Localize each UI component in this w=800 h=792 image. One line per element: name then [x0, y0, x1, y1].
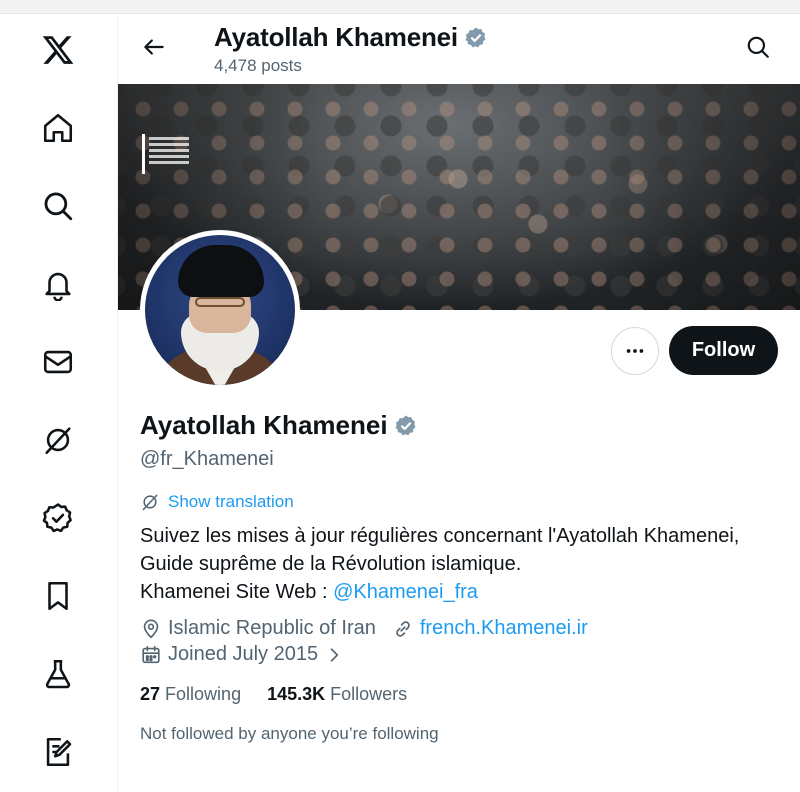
- profile-meta-row: Islamic Republic of Iran french.Khamenei…: [140, 617, 604, 640]
- home-icon[interactable]: [34, 104, 82, 152]
- location: Islamic Republic of Iran: [140, 617, 376, 640]
- following-count: 27: [140, 684, 161, 704]
- show-translation-label: Show translation: [168, 492, 294, 511]
- profile-name: Ayatollah Khamenei: [140, 410, 388, 440]
- followers-stat[interactable]: 145.3K Followers: [267, 684, 407, 705]
- more-options-button[interactable]: [611, 327, 659, 375]
- search-icon[interactable]: [34, 182, 82, 230]
- header-name: Ayatollah Khamenei: [214, 22, 458, 52]
- follow-button[interactable]: Follow: [669, 326, 778, 375]
- profile-main: Ayatollah Khamenei 4,478 posts Follow Ay…: [118, 14, 800, 792]
- joined-date[interactable]: Joined July 2015: [140, 643, 344, 666]
- header-title: Ayatollah Khamenei: [214, 22, 488, 53]
- profile-handle: @fr_Khamenei: [140, 448, 274, 470]
- followers-count: 145.3K: [267, 684, 326, 704]
- back-button[interactable]: [138, 31, 170, 63]
- location-text: Islamic Republic of Iran: [168, 617, 376, 639]
- browser-top-strip: [0, 0, 800, 14]
- joined-text: Joined July 2015: [168, 643, 319, 665]
- grok-icon[interactable]: [34, 416, 82, 464]
- link-icon: [396, 620, 410, 637]
- x-logo-icon[interactable]: [34, 26, 82, 74]
- banner-watermark: [142, 134, 200, 174]
- following-stat[interactable]: 27 Following: [140, 684, 241, 705]
- compose-icon[interactable]: [34, 728, 82, 776]
- bio-mention-link[interactable]: @Khamenei_fra: [333, 581, 478, 603]
- website-link[interactable]: french.Khamenei.ir: [420, 617, 588, 640]
- bio-line: Guide suprême de la Révolution islamique…: [140, 553, 522, 575]
- followers-label: Followers: [330, 684, 408, 704]
- profile-header-bar: Ayatollah Khamenei 4,478 posts: [118, 14, 800, 84]
- verified-icon[interactable]: [34, 494, 82, 542]
- verified-badge-icon[interactable]: [394, 414, 418, 438]
- follow-stats: 27 Following 145.3K Followers: [140, 684, 407, 705]
- arrow-left-icon: [144, 39, 164, 55]
- not-followed-notice: Not followed by anyone you’re following: [140, 724, 439, 743]
- profile-name-row: Ayatollah Khamenei: [140, 410, 418, 441]
- search-icon: [747, 36, 769, 58]
- profile-bio: Suivez les mises à jour régulières conce…: [140, 522, 780, 606]
- following-label: Following: [165, 684, 242, 704]
- mail-icon[interactable]: [34, 338, 82, 386]
- search-button[interactable]: [742, 31, 774, 63]
- bookmark-icon[interactable]: [34, 572, 82, 620]
- location-pin-icon: [143, 618, 159, 638]
- grok-icon: [142, 494, 158, 511]
- website: french.Khamenei.ir: [392, 617, 588, 640]
- bio-line-prefix: Khamenei Site Web :: [140, 581, 334, 603]
- verified-badge-icon: [465, 27, 486, 47]
- more-dots-icon: [626, 349, 644, 353]
- post-count: 4,478 posts: [214, 56, 302, 75]
- profile-avatar[interactable]: [140, 230, 300, 390]
- sidebar-nav: [0, 14, 118, 792]
- calendar-icon: [142, 645, 160, 663]
- bio-line: Suivez les mises à jour régulières conce…: [140, 525, 740, 547]
- bell-icon[interactable]: [34, 260, 82, 308]
- flask-icon[interactable]: [34, 650, 82, 698]
- chevron-right-icon: [330, 647, 339, 662]
- bio-line: Khamenei Site Web : @Khamenei_fra: [140, 578, 780, 606]
- show-translation-link[interactable]: Show translation: [140, 492, 294, 512]
